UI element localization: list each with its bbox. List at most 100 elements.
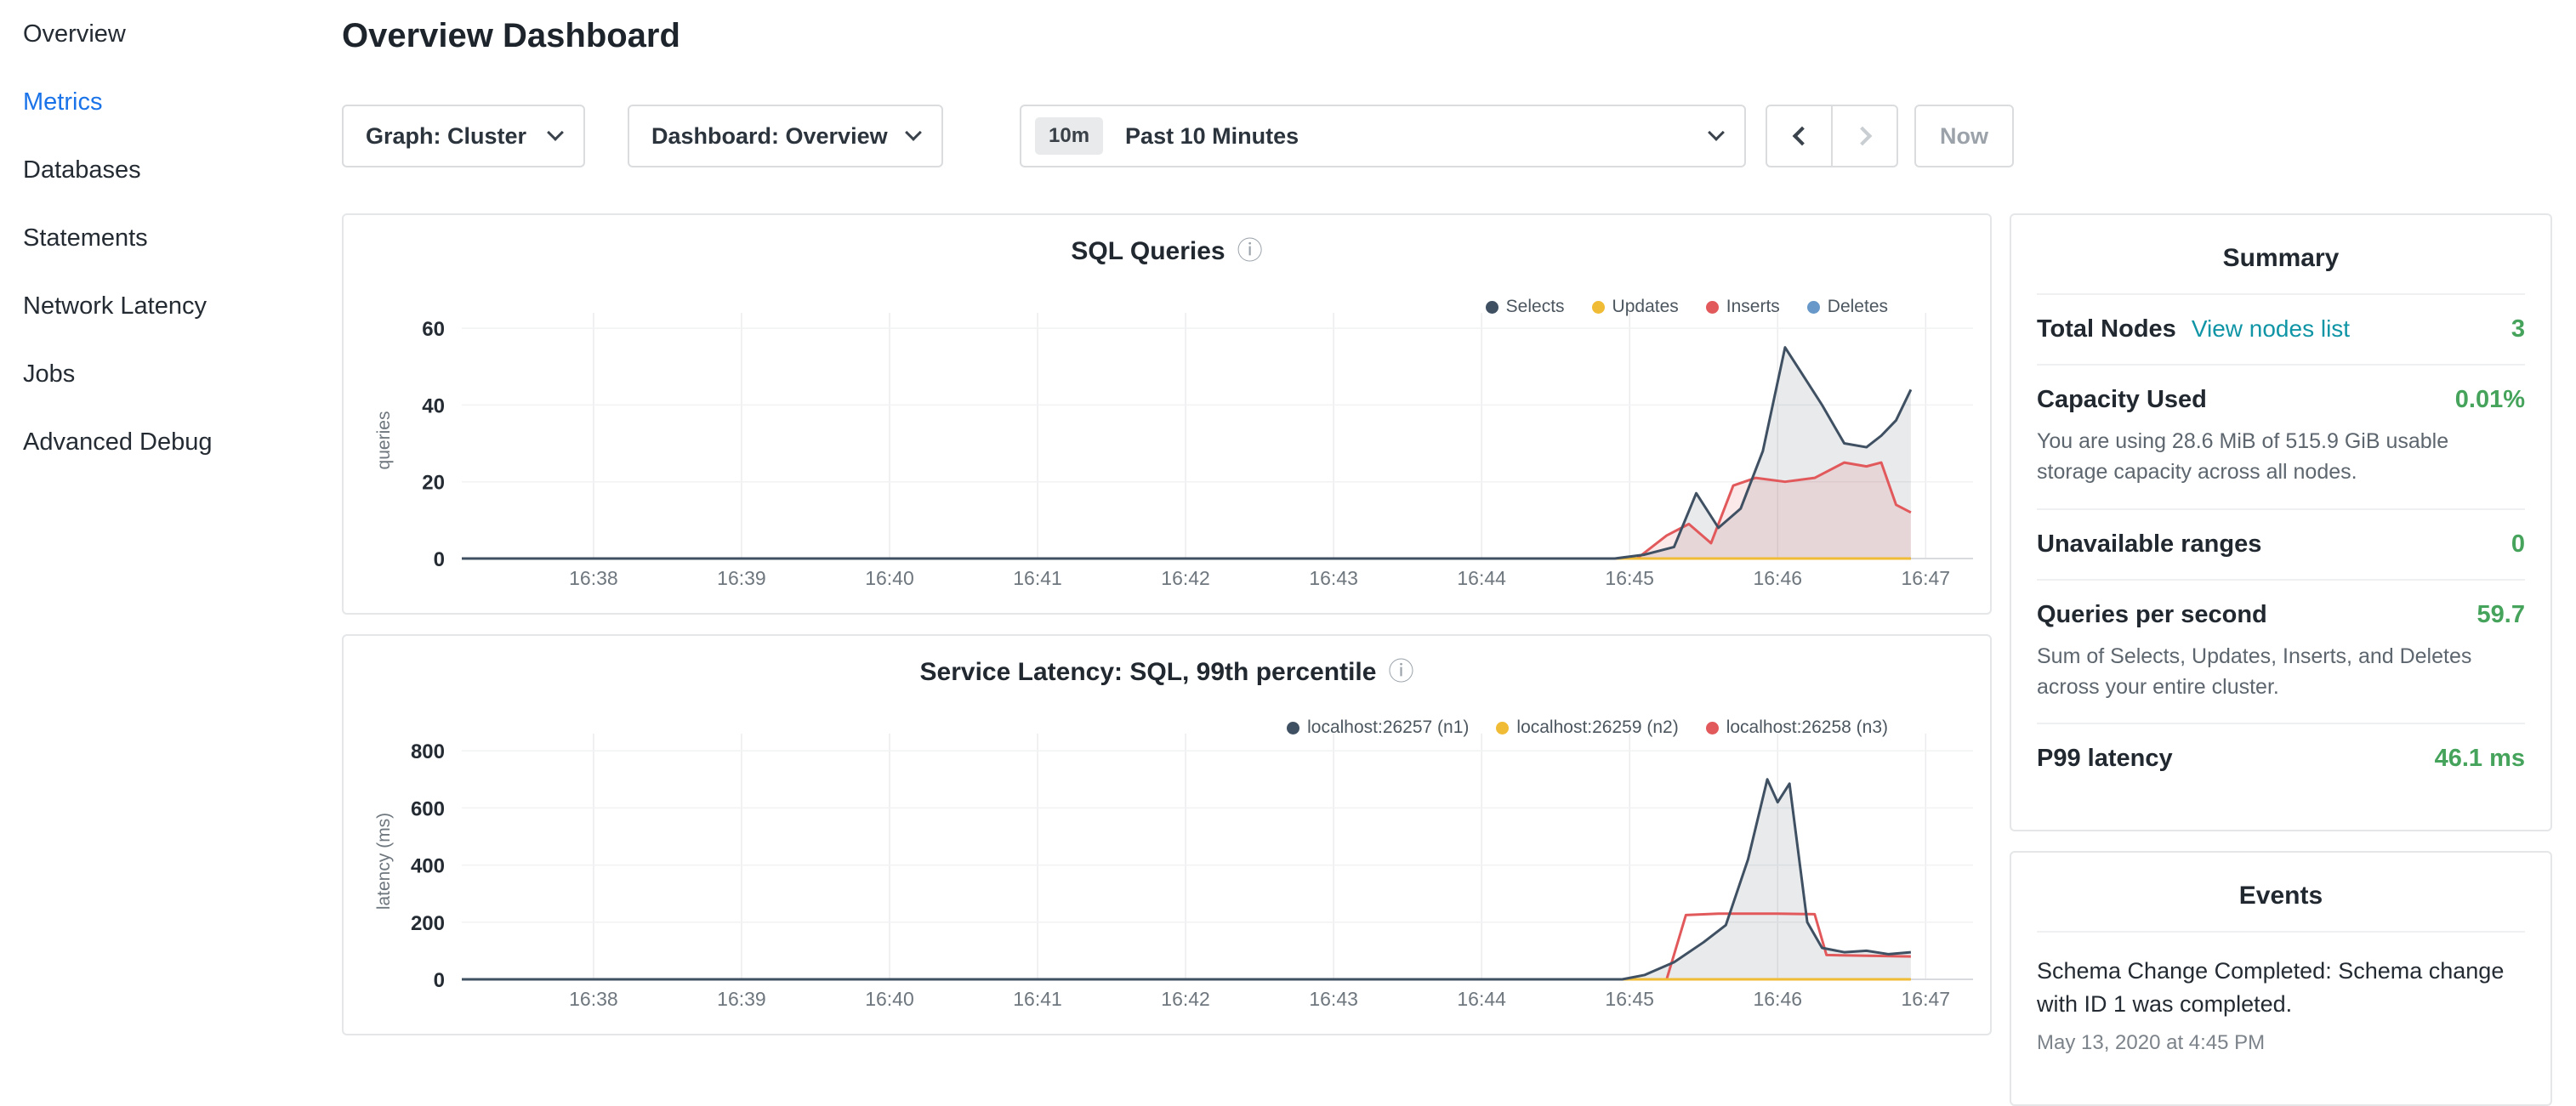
controls-bar: Graph: Cluster Dashboard: Overview 10m P… — [342, 105, 2552, 167]
svg-text:16:46: 16:46 — [1753, 567, 1802, 589]
sidebar-item-advanced-debug[interactable]: Advanced Debug — [0, 408, 342, 476]
sidebar-item-statements[interactable]: Statements — [0, 204, 342, 272]
svg-text:16:39: 16:39 — [717, 988, 766, 1010]
svg-text:200: 200 — [411, 912, 445, 935]
sidebar-item-jobs[interactable]: Jobs — [0, 340, 342, 408]
event-timestamp: May 13, 2020 at 4:45 PM — [2037, 1031, 2525, 1055]
summary-value: 0.01% — [2455, 386, 2525, 414]
service-latency-chart-panel: Service Latency: SQL, 99th percentile ⓘ … — [342, 634, 1992, 1035]
graph-scope-label: Graph: Cluster — [366, 123, 526, 150]
page-title: Overview Dashboard — [342, 17, 2552, 55]
side-column: Summary Total Nodes View nodes list 3 Ca… — [2010, 213, 2552, 1106]
event-item: Schema Change Completed: Schema change w… — [2037, 931, 2525, 1055]
svg-text:16:38: 16:38 — [569, 567, 618, 589]
sidebar-item-databases[interactable]: Databases — [0, 136, 342, 204]
sidebar-item-metrics[interactable]: Metrics — [0, 68, 342, 136]
sidebar: Overview Metrics Databases Statements Ne… — [0, 0, 342, 476]
view-nodes-link[interactable]: View nodes list — [2192, 315, 2350, 343]
summary-panel: Summary Total Nodes View nodes list 3 Ca… — [2010, 213, 2552, 831]
svg-text:400: 400 — [411, 855, 445, 878]
summary-label: Unavailable ranges — [2037, 530, 2261, 559]
svg-text:16:47: 16:47 — [1902, 567, 1951, 589]
chevron-left-icon — [1792, 127, 1811, 146]
legend-dot — [1592, 301, 1605, 314]
dashboard-dropdown[interactable]: Dashboard: Overview — [628, 105, 943, 167]
svg-text:16:45: 16:45 — [1605, 988, 1654, 1010]
time-forward-button[interactable] — [1831, 105, 1898, 167]
svg-text:60: 60 — [422, 318, 445, 341]
summary-row-capacity-used: Capacity Used 0.01% You are using 28.6 M… — [2037, 364, 2525, 508]
legend-dot — [1486, 301, 1498, 314]
summary-title: Summary — [2037, 215, 2525, 293]
legend-dot — [1287, 722, 1299, 734]
summary-value: 3 — [2511, 315, 2525, 343]
summary-value: 0 — [2511, 530, 2525, 559]
legend-dot — [1706, 301, 1719, 314]
svg-text:16:47: 16:47 — [1902, 988, 1951, 1010]
events-panel: Events Schema Change Completed: Schema c… — [2010, 851, 2552, 1106]
chevron-down-icon — [905, 124, 922, 141]
chart-title: Service Latency: SQL, 99th percentile ⓘ — [344, 658, 1990, 687]
svg-text:16:43: 16:43 — [1309, 567, 1358, 589]
svg-text:16:38: 16:38 — [569, 988, 618, 1010]
chart-title-text: Service Latency: SQL, 99th percentile — [920, 658, 1377, 687]
svg-text:16:40: 16:40 — [865, 988, 914, 1010]
summary-label: Capacity Used — [2037, 386, 2207, 414]
legend-dot — [1496, 722, 1509, 734]
info-icon[interactable]: ⓘ — [1237, 239, 1263, 264]
svg-text:40: 40 — [422, 394, 445, 417]
svg-text:20: 20 — [422, 472, 445, 495]
summary-row-unavailable-ranges: Unavailable ranges 0 — [2037, 508, 2525, 579]
svg-text:latency (ms): latency (ms) — [374, 813, 394, 910]
chart-title-text: SQL Queries — [1071, 237, 1225, 266]
graph-scope-dropdown[interactable]: Graph: Cluster — [342, 105, 585, 167]
svg-text:16:42: 16:42 — [1161, 988, 1210, 1010]
summary-label: Queries per second — [2037, 601, 2267, 629]
sidebar-item-network-latency[interactable]: Network Latency — [0, 272, 342, 340]
svg-text:16:45: 16:45 — [1605, 567, 1654, 589]
sql-queries-chart-canvas[interactable]: 0 20 40 60 16:38 16:39 16:40 16:41 16:42 16:43 16:… — [364, 313, 1973, 610]
svg-text:600: 600 — [411, 797, 445, 820]
svg-text:16:43: 16:43 — [1309, 988, 1358, 1010]
summary-row-p99-latency: P99 latency 46.1 ms — [2037, 723, 2525, 793]
summary-description: Sum of Selects, Updates, Inserts, and De… — [2037, 641, 2525, 703]
chart-title: SQL Queries ⓘ — [344, 237, 1990, 266]
events-title: Events — [2037, 853, 2525, 931]
dashboard-label: Dashboard: Overview — [651, 123, 888, 150]
summary-value: 46.1 ms — [2435, 745, 2525, 773]
summary-value: 59.7 — [2477, 601, 2525, 629]
chevron-down-icon — [547, 124, 564, 141]
svg-text:16:41: 16:41 — [1013, 988, 1062, 1010]
sidebar-item-overview[interactable]: Overview — [0, 0, 342, 68]
svg-text:16:42: 16:42 — [1161, 567, 1210, 589]
dashboard-content: SQL Queries ⓘ SelectsUpdatesInsertsDelet… — [342, 213, 2552, 1106]
main-content: Overview Dashboard Graph: Cluster Dashbo… — [342, 0, 2552, 1106]
svg-text:16:44: 16:44 — [1457, 567, 1506, 589]
chevron-down-icon — [1708, 124, 1725, 141]
now-button[interactable]: Now — [1914, 105, 2014, 167]
sql-queries-chart-panel: SQL Queries ⓘ SelectsUpdatesInsertsDelet… — [342, 213, 1992, 615]
summary-row-total-nodes: Total Nodes View nodes list 3 — [2037, 293, 2525, 364]
summary-row-queries-per-second: Queries per second 59.7 Sum of Selects, … — [2037, 579, 2525, 723]
event-message: Schema Change Completed: Schema change w… — [2037, 955, 2525, 1021]
svg-text:800: 800 — [411, 740, 445, 763]
info-icon[interactable]: ⓘ — [1388, 660, 1413, 685]
charts-column: SQL Queries ⓘ SelectsUpdatesInsertsDelet… — [342, 213, 1992, 1106]
svg-text:16:39: 16:39 — [717, 567, 766, 589]
svg-text:0: 0 — [434, 969, 445, 992]
summary-description: You are using 28.6 MiB of 515.9 GiB usab… — [2037, 426, 2525, 488]
time-nav-buttons — [1766, 105, 1898, 167]
legend-dot — [1807, 301, 1820, 314]
time-range-label: Past 10 Minutes — [1125, 123, 1299, 150]
time-range-dropdown[interactable]: 10m Past 10 Minutes — [1020, 105, 1746, 167]
legend-dot — [1706, 722, 1719, 734]
time-range-badge: 10m — [1035, 117, 1103, 155]
svg-text:16:44: 16:44 — [1457, 988, 1506, 1010]
service-latency-chart-canvas[interactable]: 0 200 400 600 800 16:38 16:39 16:40 16:41 16:42 16… — [364, 734, 1973, 1031]
svg-text:16:41: 16:41 — [1013, 567, 1062, 589]
svg-text:0: 0 — [434, 548, 445, 571]
time-back-button[interactable] — [1766, 105, 1833, 167]
summary-label: Total Nodes — [2037, 315, 2176, 343]
svg-text:16:40: 16:40 — [865, 567, 914, 589]
summary-label: P99 latency — [2037, 745, 2173, 773]
